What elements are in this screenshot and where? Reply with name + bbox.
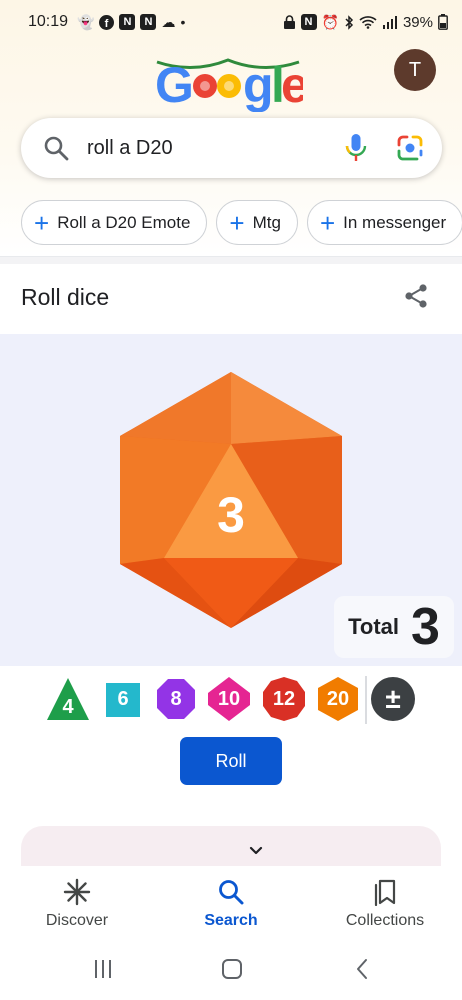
die-label: 6 [117, 687, 129, 710]
row-separator [365, 676, 367, 724]
chip-label: Roll a D20 Emote [57, 212, 191, 232]
search-icon [44, 136, 69, 161]
dice-selector: 4 6 8 10 12 20 ± [0, 672, 462, 728]
chip-label: Mtg [252, 212, 281, 232]
dot-icon: • [180, 14, 186, 30]
die-label: 10 [217, 687, 241, 710]
expand-bar[interactable] [21, 826, 441, 870]
plus-icon: + [34, 207, 50, 238]
d6-button[interactable]: 6 [101, 676, 145, 722]
svg-text:f: f [105, 18, 109, 30]
search-bar[interactable]: roll a D20 [21, 118, 442, 178]
d4-button[interactable]: 4 [46, 676, 90, 722]
svg-text:g: g [243, 57, 272, 112]
svg-text:e: e [281, 57, 303, 112]
avatar[interactable]: T [394, 49, 436, 91]
home-icon[interactable] [221, 958, 243, 980]
total-value: 3 [411, 598, 440, 656]
d20-button[interactable]: 20 [316, 676, 360, 722]
roll-button[interactable]: Roll [180, 737, 282, 785]
bottom-nav: Discover Search Collections [0, 866, 462, 944]
share-icon[interactable] [403, 283, 429, 309]
plus-icon: + [319, 207, 336, 238]
die-label: 8 [170, 687, 182, 710]
modifier-button[interactable]: ± [371, 677, 415, 721]
d10-button[interactable]: 10 [207, 676, 251, 722]
logo-letter-g: G [155, 57, 192, 112]
back-icon[interactable] [352, 958, 374, 980]
nfc-icon: N [300, 14, 317, 30]
dice-stage[interactable]: 3 Total 3 [0, 334, 462, 666]
chip-roll-a-d20-emote[interactable]: + Roll a D20 Emote [21, 200, 208, 245]
card-title: Roll dice [21, 284, 110, 310]
app-n-icon: N [119, 14, 136, 30]
signal-icon [382, 15, 398, 29]
die-face-value: 3 [217, 487, 245, 543]
app-n-icon: N [140, 14, 157, 30]
snapchat-icon: 👻 [77, 14, 95, 30]
chip-mtg[interactable]: + Mtg [216, 200, 298, 245]
google-logo[interactable]: G g l e [153, 52, 310, 125]
status-bar: 10:19 👻 f N N ☁ • N ⏰ 39% [0, 0, 462, 44]
search-input[interactable]: roll a D20 [87, 137, 344, 160]
battery-percent: 39% [402, 13, 433, 31]
nav-discover[interactable]: Discover [0, 866, 154, 944]
plus-icon: + [229, 207, 245, 238]
d8-button[interactable]: 8 [154, 676, 198, 722]
chevron-down-icon [249, 846, 263, 855]
section-divider [0, 256, 462, 264]
lock-icon [283, 14, 296, 30]
chip-label: In messenger [343, 212, 447, 232]
nav-collections[interactable]: Collections [308, 866, 462, 944]
d20-die[interactable]: 3 [120, 372, 342, 628]
nav-label: Discover [45, 912, 109, 929]
system-nav-bar [0, 944, 462, 1000]
bluetooth-icon [344, 14, 354, 30]
nav-search[interactable]: Search [154, 866, 308, 944]
nav-label: Search [204, 912, 258, 929]
bookmarks-icon [374, 879, 396, 906]
search-icon [219, 880, 244, 905]
wifi-icon [359, 15, 377, 29]
google-lens-icon[interactable] [396, 134, 424, 162]
battery-icon [438, 14, 448, 30]
asterisk-icon [63, 878, 91, 906]
total-label: Total [348, 614, 399, 639]
cloud-icon: ☁ [161, 14, 176, 30]
total-box: Total 3 [334, 596, 454, 658]
alarm-icon: ⏰ [321, 14, 339, 30]
microphone-icon[interactable] [344, 133, 368, 163]
d12-button[interactable]: 12 [262, 676, 306, 722]
nav-label: Collections [345, 912, 425, 929]
die-label: 20 [326, 687, 350, 710]
status-time: 10:19 [28, 13, 69, 30]
die-label: 12 [272, 687, 296, 710]
recent-apps-icon[interactable] [92, 958, 114, 980]
facebook-icon: f [99, 14, 115, 30]
suggestion-chips: + Roll a D20 Emote + Mtg + In messenger [21, 200, 462, 246]
chip-in-messenger[interactable]: + In messenger [306, 200, 462, 245]
die-label: 4 [62, 695, 74, 718]
